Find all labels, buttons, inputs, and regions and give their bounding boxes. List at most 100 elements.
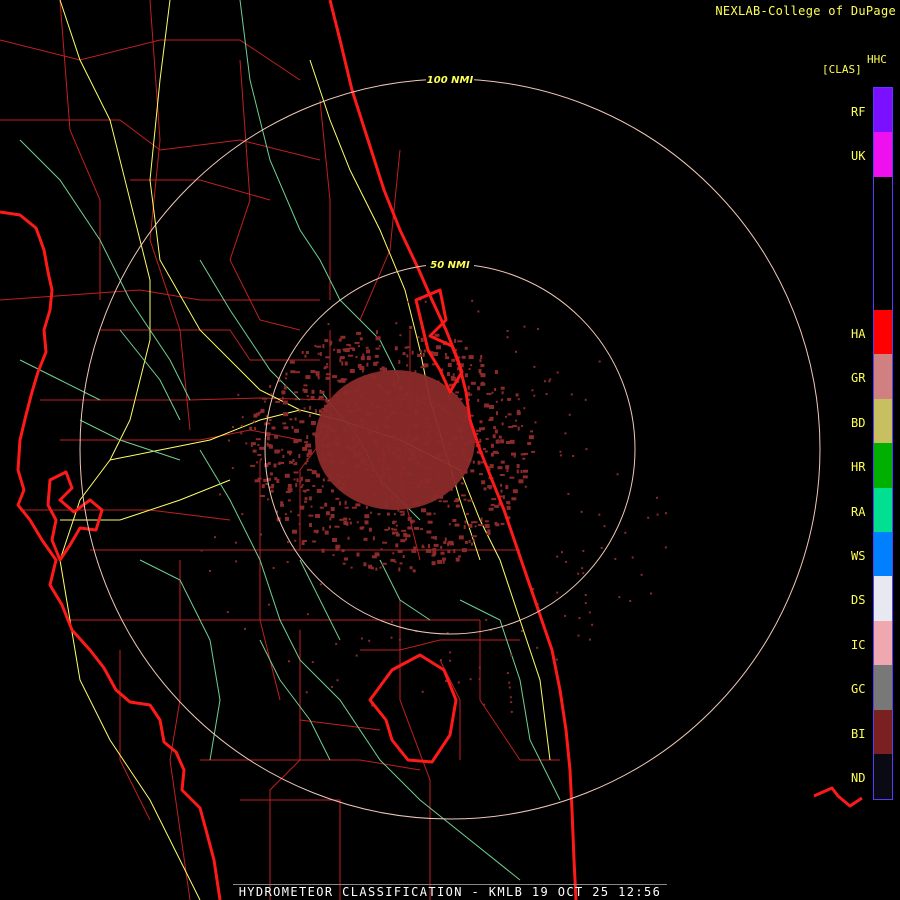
echo-gate xyxy=(399,510,405,513)
echo-gate xyxy=(369,566,374,569)
echo-gate xyxy=(309,405,312,410)
county-line xyxy=(269,630,301,900)
echo-gate xyxy=(650,592,653,595)
echo-gate xyxy=(274,477,278,481)
echo-gate xyxy=(285,372,288,376)
echo-gate xyxy=(471,299,474,302)
echo-gate xyxy=(272,567,275,569)
echo-gate xyxy=(354,465,358,469)
echo-gate xyxy=(423,349,426,353)
echo-gate xyxy=(407,526,413,530)
echo-gate xyxy=(428,544,430,549)
echo-gate xyxy=(392,520,397,523)
echo-gate xyxy=(302,540,307,542)
echo-gate xyxy=(489,464,494,469)
echo-gate xyxy=(398,401,402,406)
echo-gate xyxy=(294,428,299,433)
legend-field-label: [CLAS] xyxy=(822,63,862,76)
echo-gate xyxy=(337,479,342,483)
echo-gate xyxy=(470,364,472,367)
echo-gate xyxy=(447,363,452,367)
lake-okeechobee xyxy=(368,653,458,764)
echo-gate xyxy=(341,476,345,479)
echo-gate xyxy=(368,527,372,532)
echo-gate xyxy=(631,556,634,559)
echo-gate xyxy=(383,462,386,465)
echo-gate xyxy=(404,413,408,417)
echo-gate xyxy=(582,549,585,552)
echo-gate xyxy=(478,666,481,669)
echo-gate xyxy=(259,446,265,450)
echo-gate xyxy=(300,486,303,488)
echo-gate xyxy=(343,426,347,431)
echo-gate xyxy=(454,523,460,527)
echo-gate xyxy=(556,371,559,374)
echo-gate xyxy=(534,421,537,424)
echo-gate xyxy=(306,489,310,491)
state-route xyxy=(339,299,401,381)
echo-gate xyxy=(527,442,532,445)
echo-gate xyxy=(257,444,260,447)
echo-gate xyxy=(200,549,203,552)
echo-gate xyxy=(381,452,386,457)
echo-gate xyxy=(365,505,368,509)
legend-label-rf: RF xyxy=(851,105,866,119)
echo-gate xyxy=(485,618,488,621)
echo-gate xyxy=(329,517,332,521)
echo-gate xyxy=(256,461,259,464)
echo-gate xyxy=(426,430,430,435)
echo-gate xyxy=(424,383,429,388)
echo-gate xyxy=(512,489,518,494)
legend-label-gr: GR xyxy=(851,371,866,386)
echo-gate xyxy=(424,477,430,482)
legend-swatch xyxy=(874,532,892,577)
echo-gate xyxy=(293,478,296,481)
state-route xyxy=(119,329,181,421)
echo-gate xyxy=(517,398,520,401)
echo-gate xyxy=(381,482,386,487)
echo-gate xyxy=(335,497,340,500)
echo-gate xyxy=(455,395,458,397)
echo-gate xyxy=(434,333,440,337)
echo-gate xyxy=(397,448,400,453)
echo-gate xyxy=(319,390,325,394)
echo-gate xyxy=(447,542,450,547)
echo-gate xyxy=(402,466,406,471)
keys-coastline xyxy=(813,786,863,808)
echo-gate xyxy=(321,407,325,410)
echo-gate xyxy=(361,461,367,465)
echo-gate xyxy=(381,458,387,462)
echo-gate xyxy=(591,623,594,626)
echo-gate xyxy=(231,467,234,470)
echo-gate xyxy=(477,398,480,402)
echo-gate xyxy=(413,502,418,506)
echo-gate xyxy=(321,548,325,553)
legend-swatch xyxy=(874,576,892,621)
echo-gate xyxy=(228,439,230,442)
echo-gate xyxy=(344,348,350,353)
echo-gate xyxy=(352,447,355,451)
echo-gate xyxy=(483,487,487,491)
echo-gate xyxy=(385,442,388,445)
echo-gate xyxy=(332,441,335,446)
echo-gate xyxy=(318,398,320,400)
echo-gate xyxy=(460,494,466,497)
echo-gate xyxy=(289,418,293,421)
echo-gate xyxy=(356,521,359,524)
echo-gate xyxy=(457,465,463,468)
echo-gate xyxy=(665,512,667,515)
echo-gate xyxy=(436,403,442,407)
echo-gate xyxy=(359,424,362,429)
echo-gate xyxy=(488,419,492,422)
echo-gate xyxy=(548,380,551,383)
echo-gate xyxy=(479,359,482,363)
echo-gate xyxy=(306,395,309,398)
echo-gate xyxy=(442,453,446,456)
echo-gate xyxy=(505,465,510,470)
echo-gate xyxy=(245,442,248,445)
echo-gate xyxy=(513,455,516,458)
echo-gate xyxy=(368,639,371,642)
echo-gate xyxy=(363,487,366,491)
echo-gate xyxy=(375,336,381,341)
echo-gate xyxy=(436,475,442,478)
